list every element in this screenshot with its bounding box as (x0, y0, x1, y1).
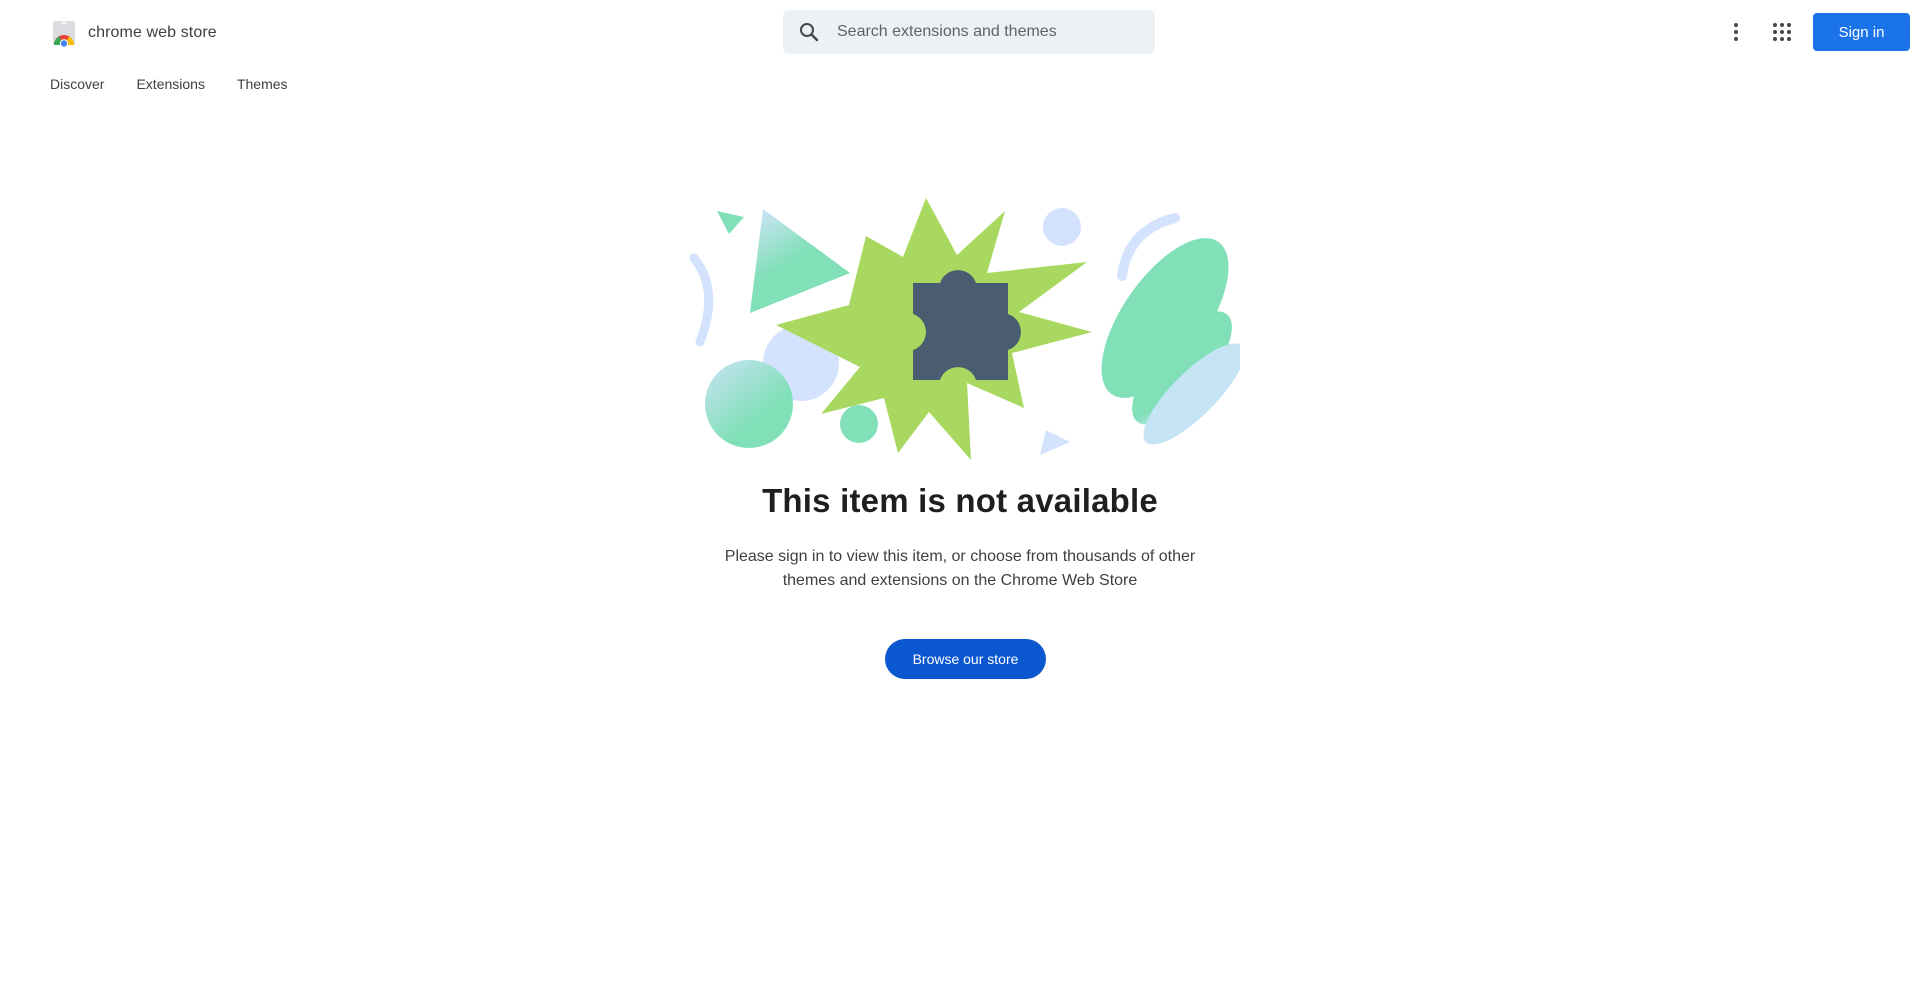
nav-item-extensions[interactable]: Extensions (136, 72, 204, 96)
page: chrome web store Search extensions and t… (0, 0, 1920, 993)
nav-item-themes[interactable]: Themes (237, 72, 288, 96)
apps-grid-icon (1773, 23, 1791, 41)
sign-in-button[interactable]: Sign in (1813, 13, 1910, 51)
small-blue-circle-shape (1043, 208, 1081, 246)
more-options-button[interactable] (1716, 12, 1756, 52)
item-unavailable-illustration (689, 198, 1240, 460)
chrome-web-store-logo-icon (53, 21, 75, 47)
puzzle-piece-icon (913, 270, 1021, 380)
left-arc-shape (689, 253, 714, 347)
search-box[interactable] (783, 10, 1155, 54)
nav-item-discover[interactable]: Discover (50, 72, 104, 96)
brand-link[interactable]: chrome web store (50, 19, 217, 47)
brand-name: chrome web store (88, 24, 217, 41)
unavailable-message: Please sign in to view this item, or cho… (724, 548, 1196, 589)
main-nav: Discover Extensions Themes (50, 72, 288, 96)
small-blue-triangle-shape (1040, 430, 1070, 455)
big-triangle-shape (750, 209, 850, 313)
more-vert-icon (1734, 23, 1738, 41)
gradient-circle-shape (705, 360, 793, 448)
google-apps-button[interactable] (1762, 12, 1802, 52)
header: chrome web store Search extensions and t… (0, 0, 1920, 64)
teal-dot-shape (840, 405, 878, 443)
small-triangle-shape (717, 211, 744, 234)
search-input[interactable] (837, 12, 1137, 52)
search-icon[interactable] (797, 20, 821, 44)
page-title: This item is not available (762, 482, 1158, 519)
browse-store-button[interactable]: Browse our store (885, 639, 1046, 679)
